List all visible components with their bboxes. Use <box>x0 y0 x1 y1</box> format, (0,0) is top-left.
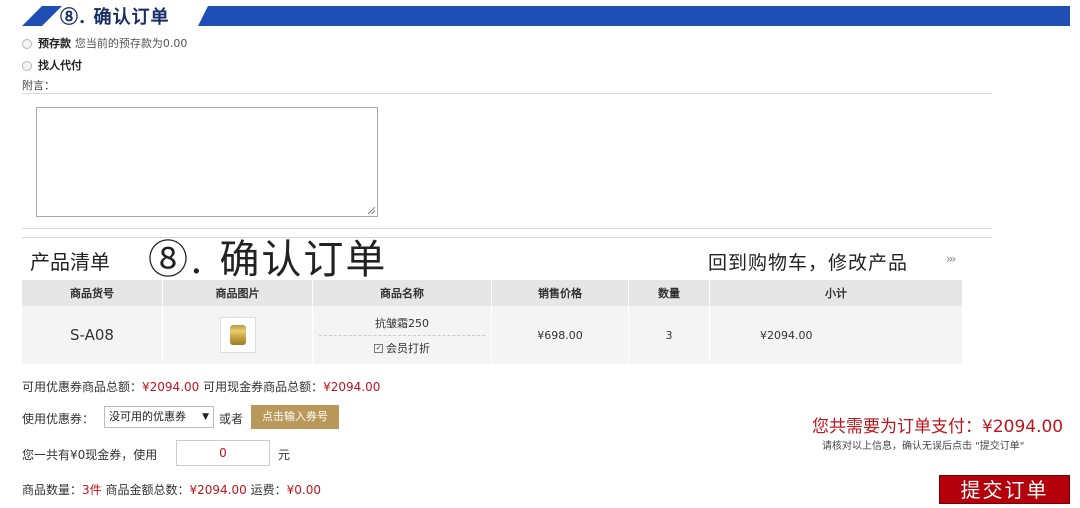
table-header-row: 商品货号 商品图片 商品名称 销售价格 数量 小计 <box>22 280 963 306</box>
banner-stripe-left <box>22 6 62 26</box>
resize-handle-icon[interactable] <box>368 207 375 214</box>
coupon-total-value: ¥2094.00 <box>142 380 200 394</box>
cash-total-value: ¥2094.00 <box>323 380 381 394</box>
cash-coupon-unit: 元 <box>278 448 291 462</box>
or-label: 或者 <box>219 412 244 426</box>
double-chevron-right-icon[interactable]: ››› <box>946 252 957 266</box>
member-discount: ✓ 会员打折 <box>313 336 491 356</box>
shipping-value: ¥0.00 <box>286 483 321 497</box>
divider <box>22 93 992 94</box>
cash-total-label: 可用现金券商品总额： <box>203 380 324 394</box>
radio-pay-for-me[interactable] <box>22 61 32 71</box>
qty-label: 商品数量： <box>22 483 83 497</box>
order-summary-line: 商品数量：3件 商品金额总数：¥2094.00 运费：¥0.00 <box>22 481 321 498</box>
table-row: S-A08 抗皱霜250 ✓ 会员打折 ¥698.00 3 ¥2094.00 <box>22 306 963 364</box>
member-discount-label: 会员打折 <box>386 341 430 355</box>
checkout-note: 请核对以上信息，确认无误后点击 "提交订单" <box>822 441 1025 452</box>
order-total: 您共需要为订单支付：¥2094.00 <box>812 417 1064 437</box>
amount-label: 商品金额总数： <box>105 483 190 497</box>
coupon-totals: 可用优惠券商品总额：¥2094.00 可用现金券商品总额：¥2094.00 <box>22 378 380 395</box>
payment-option-desc: 您当前的预存款为0.00 <box>74 37 188 50</box>
product-image[interactable] <box>219 317 256 353</box>
column-header: 销售价格 <box>491 280 629 306</box>
confirm-order-title: ⑧. 确认订单 <box>148 237 388 283</box>
coupon-select[interactable]: 没可用的优惠券 ▼ <box>104 406 214 428</box>
column-header: 商品图片 <box>162 280 313 306</box>
column-header: 商品货号 <box>22 280 163 306</box>
product-sku: S-A08 <box>22 306 163 364</box>
payment-option-label: 预存款 <box>38 37 71 50</box>
shipping-label: 运费： <box>250 483 287 497</box>
remarks-textarea[interactable] <box>36 107 378 217</box>
coupon-total-label: 可用优惠券商品总额： <box>22 380 143 394</box>
banner-bar <box>198 6 1070 26</box>
product-image-cell <box>162 306 313 364</box>
use-coupon-label: 使用优惠券： <box>22 412 95 426</box>
qty-value: 3件 <box>82 483 102 497</box>
amount-value: ¥2094.00 <box>189 483 247 497</box>
submit-order-button[interactable]: 提交订单 <box>939 475 1070 504</box>
enter-coupon-code-button[interactable]: 点击输入券号 <box>251 405 339 429</box>
coupon-select-value: 没可用的优惠券 <box>109 410 186 423</box>
radio-prepaid[interactable] <box>22 39 32 49</box>
column-header: 数量 <box>628 280 710 306</box>
product-name-cell: 抗皱霜250 ✓ 会员打折 <box>312 306 492 364</box>
cash-coupon-prefix: 您一共有¥0现金券，使用 <box>22 448 158 462</box>
banner-title: ⑧. 确认订单 <box>60 7 170 28</box>
product-name[interactable]: 抗皱霜250 <box>319 315 485 336</box>
dropdown-caret-icon: ▼ <box>202 412 209 422</box>
payment-option-prepaid[interactable]: 预存款 您当前的预存款为0.00 <box>38 35 187 51</box>
back-to-cart-link[interactable]: 回到购物车，修改产品 <box>708 248 908 275</box>
product-price: ¥698.00 <box>491 306 629 364</box>
cream-jar-icon <box>229 325 246 345</box>
product-qty: 3 <box>628 306 710 364</box>
products-section-label: 产品清单 <box>30 250 110 274</box>
product-table: 商品货号 商品图片 商品名称 销售价格 数量 小计 S-A08 抗皱霜250 ✓… <box>22 280 963 364</box>
column-header: 商品名称 <box>312 280 492 306</box>
remarks-label: 附言： <box>22 79 55 92</box>
payment-option-pay-for-me[interactable]: 找人代付 <box>38 57 82 73</box>
checkbox-icon: ✓ <box>374 344 383 353</box>
column-header: 小计 <box>709 280 963 306</box>
cash-coupon-input[interactable]: 0 <box>176 440 270 466</box>
product-subtotal: ¥2094.00 <box>709 306 963 364</box>
payment-option-label: 找人代付 <box>38 59 82 72</box>
